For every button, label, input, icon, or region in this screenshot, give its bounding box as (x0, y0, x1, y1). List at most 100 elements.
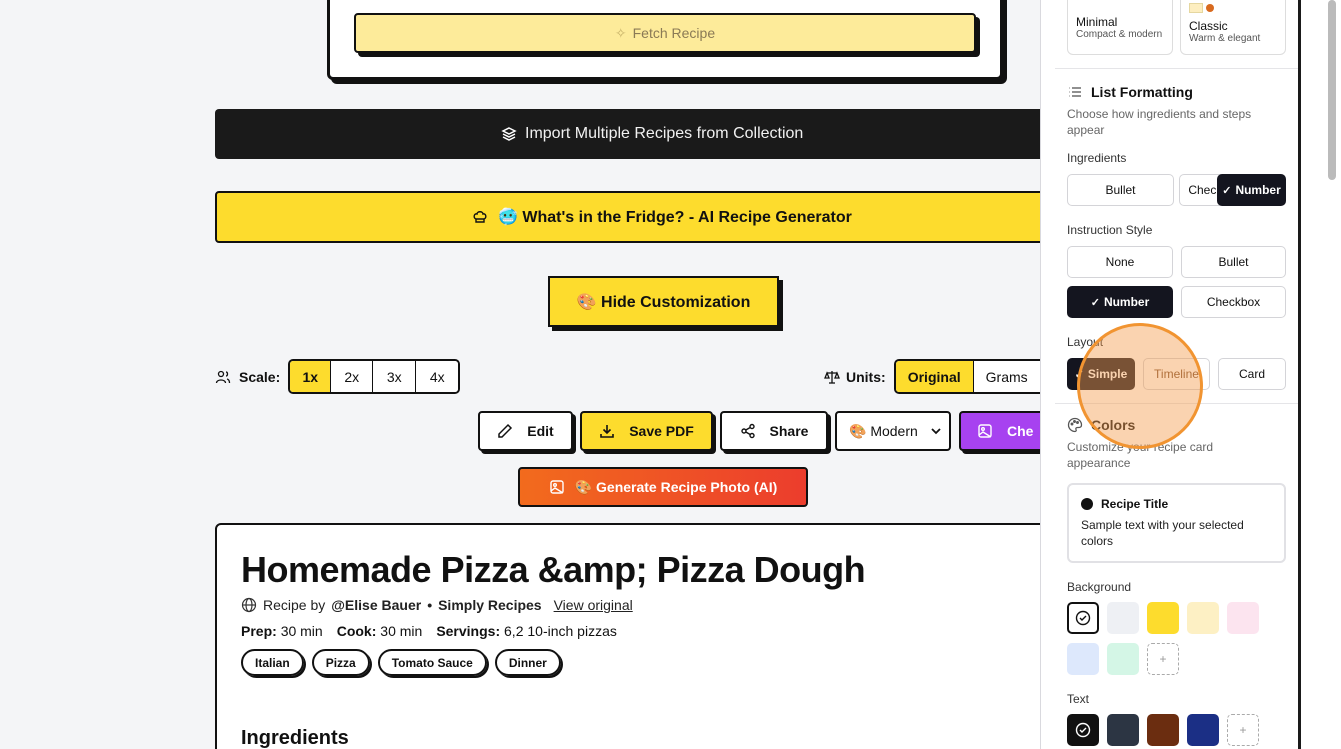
recipe-title: Homemade Pizza &amp; Pizza Dough (241, 549, 866, 590)
recipe-card: Homemade Pizza &amp; Pizza Dough Recipe … (215, 523, 1040, 749)
scale-segment: 1x 2x 3x 4x (288, 359, 461, 394)
text-swatch-slate[interactable] (1107, 714, 1139, 746)
text-swatch-black[interactable] (1067, 714, 1099, 746)
divider (1055, 68, 1298, 69)
background-swatch-yellow[interactable] (1147, 602, 1179, 634)
background-swatch-blue[interactable] (1067, 643, 1099, 675)
import-collection-label: Import Multiple Recipes from Collection (525, 125, 804, 142)
scale-option-4x[interactable]: 4x (416, 361, 459, 392)
scrollbar-thumb[interactable] (1328, 0, 1336, 180)
list-formatting-heading: List Formatting (1067, 84, 1193, 100)
prep-time: Prep: 30 min (241, 623, 323, 639)
ingredients-number-option[interactable]: ✓ Number (1217, 174, 1286, 206)
scale-option-1x[interactable]: 1x (290, 361, 332, 392)
checklist-button[interactable]: Che (959, 411, 1040, 451)
save-pdf-button[interactable]: Save PDF (580, 411, 713, 451)
instruction-bullet-option[interactable]: Bullet (1181, 246, 1286, 278)
check-icon: ✓ (1222, 184, 1232, 197)
edit-label: Edit (527, 423, 554, 439)
layout-card-option[interactable]: Card (1218, 358, 1286, 390)
view-original-link[interactable]: View original (554, 597, 633, 613)
list-formatting-desc: Choose how ingredients and steps appear (1067, 107, 1252, 137)
import-collection-button[interactable]: Import Multiple Recipes from Collection (215, 109, 1040, 159)
servings-label: Servings: (436, 623, 501, 639)
background-swatch-pink[interactable] (1227, 602, 1259, 634)
units-segment: Original Grams (893, 359, 1040, 394)
swatch-cream-icon (1189, 3, 1203, 13)
units-option-grams[interactable]: Grams (973, 361, 1040, 392)
image-icon (550, 480, 564, 494)
scale-option-3x[interactable]: 3x (373, 361, 417, 392)
bullet-dot-icon (1081, 498, 1093, 510)
recipe-meta: Prep: 30 min Cook: 30 min Servings: 6,2 … (241, 623, 617, 639)
recipe-byline: Recipe by @Elise Bauer • Simply Recipes … (241, 597, 633, 613)
action-toolbar: Edit Save PDF Share 🎨 Modern Che (0, 411, 1040, 452)
colors-desc: Customize your recipe card appearance (1067, 440, 1214, 470)
scales-icon (824, 370, 840, 384)
tag-italian[interactable]: Italian (241, 649, 304, 676)
download-icon (600, 425, 615, 438)
units-label: Units: (846, 368, 886, 385)
share-button[interactable]: Share (720, 411, 828, 451)
generate-photo-button[interactable]: 🎨 Generate Recipe Photo (AI) (518, 467, 808, 507)
background-swatch-mint[interactable] (1107, 643, 1139, 675)
ingredients-style-label: Ingredients (1067, 151, 1127, 165)
recipe-tags: Italian Pizza Tomato Sauce Dinner (241, 649, 561, 676)
check-icon: ✓ (1090, 296, 1100, 309)
prep-label: Prep: (241, 623, 277, 639)
list-formatting-title: List Formatting (1091, 84, 1193, 100)
text-add-swatch[interactable]: + (1227, 714, 1259, 746)
background-swatch-white[interactable] (1067, 602, 1099, 634)
fetch-recipe-button[interactable]: ✧ Fetch Recipe (354, 13, 976, 53)
background-swatch-cream[interactable] (1187, 602, 1219, 634)
tag-tomato-sauce[interactable]: Tomato Sauce (377, 649, 487, 676)
tag-pizza[interactable]: Pizza (311, 649, 370, 676)
ingredients-bullet-option[interactable]: Bullet (1067, 174, 1174, 206)
fetch-recipe-label: Fetch Recipe (632, 25, 716, 41)
preview-text: Sample text with your selected colors (1081, 518, 1244, 548)
style-card-minimal[interactable]: Minimal Compact & modern (1067, 0, 1173, 55)
swatch-orange-icon (1206, 4, 1214, 12)
users-icon (215, 370, 231, 383)
recipe-source: Simply Recipes (438, 597, 542, 613)
servings-value: 6,2 10-inch pizzas (504, 623, 617, 639)
fetch-card: ✧ Fetch Recipe (327, 0, 1003, 80)
instruction-none-option[interactable]: None (1067, 246, 1173, 278)
scale-option-2x[interactable]: 2x (331, 361, 374, 392)
scale-control: Scale: 1x 2x 3x 4x (215, 359, 461, 394)
instruction-number-option[interactable]: ✓ Number (1067, 286, 1173, 318)
style-name-classic: Classic (1189, 19, 1228, 33)
chevron-down-icon (931, 428, 941, 435)
edit-button[interactable]: Edit (478, 411, 573, 451)
hide-customization-label: 🎨 Hide Customization (576, 293, 751, 311)
background-label: Background (1067, 580, 1132, 594)
tag-dinner[interactable]: Dinner (494, 649, 561, 676)
recipe-author: @Elise Bauer (331, 597, 422, 613)
generate-photo-label: 🎨 Generate Recipe Photo (AI) (574, 478, 778, 495)
background-swatch-gray[interactable] (1107, 602, 1139, 634)
prep-value: 30 min (280, 623, 323, 639)
instruction-checkbox-option[interactable]: Checkbox (1181, 286, 1286, 318)
text-swatch-brown[interactable] (1147, 714, 1179, 746)
fridge-ai-button[interactable]: 🥶 What's in the Fridge? - AI Recipe Gene… (215, 191, 1040, 243)
color-preview-card: Recipe Title Sample text with your selec… (1067, 483, 1286, 563)
save-pdf-label: Save PDF (629, 423, 694, 439)
layers-icon (501, 127, 517, 141)
check-circle-icon (1075, 722, 1091, 738)
text-color-label: Text (1067, 692, 1090, 706)
palette-icon (1067, 417, 1083, 433)
list-icon (1069, 87, 1081, 97)
units-option-original[interactable]: Original (895, 361, 974, 392)
style-card-classic[interactable]: Classic Warm & elegant (1180, 0, 1286, 55)
theme-select[interactable]: 🎨 Modern (835, 411, 951, 451)
check-circle-icon (1075, 610, 1091, 626)
text-swatch-navy[interactable] (1187, 714, 1219, 746)
background-add-swatch[interactable]: + (1147, 643, 1179, 675)
units-control: Units: Original Grams (824, 359, 1040, 394)
instruction-style-label: Instruction Style (1067, 223, 1153, 237)
servings: Servings: 6,2 10-inch pizzas (436, 623, 617, 639)
click-cursor-indicator (1077, 323, 1203, 449)
byline-separator: • (427, 597, 433, 613)
hide-customization-button[interactable]: 🎨 Hide Customization (548, 276, 779, 327)
style-name-minimal: Minimal (1076, 15, 1118, 29)
